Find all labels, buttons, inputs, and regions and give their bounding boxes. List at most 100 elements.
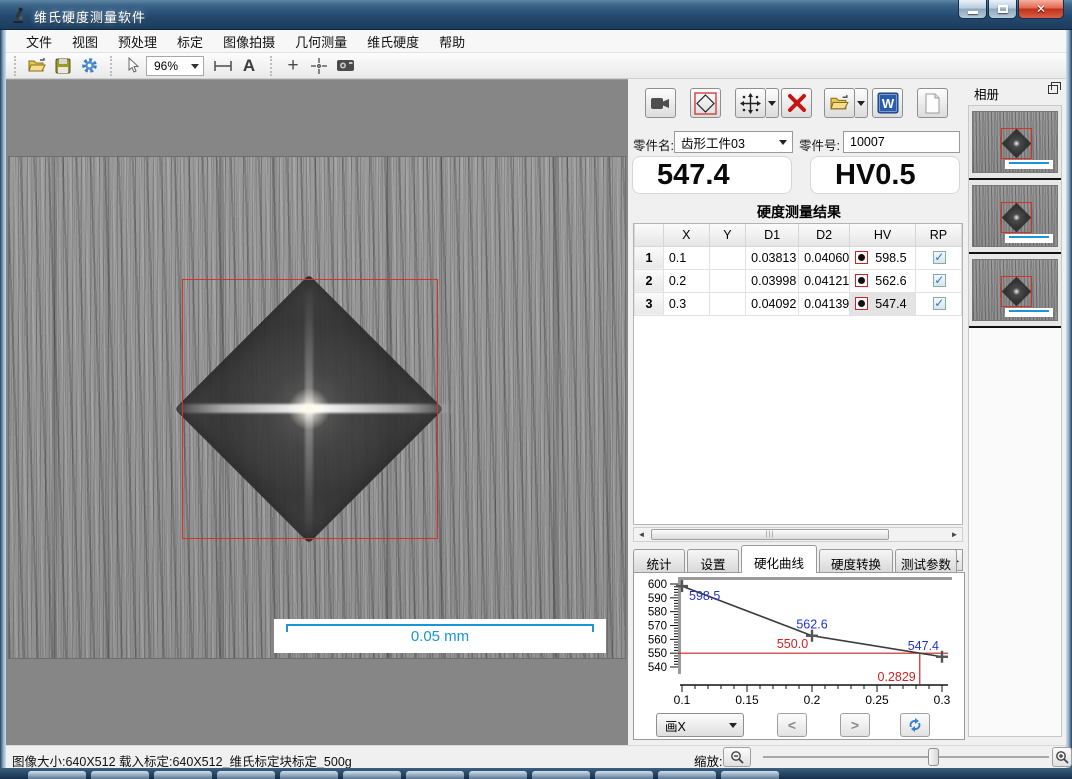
export-word-button[interactable]: W: [872, 88, 903, 118]
col-header-D1[interactable]: D1: [746, 224, 799, 246]
menu-item-6[interactable]: 维氏硬度: [357, 29, 429, 54]
part-name-label: 零件名:: [633, 135, 674, 154]
menu-item-7[interactable]: 帮助: [429, 29, 475, 54]
refresh-chart-button[interactable]: [900, 713, 930, 737]
reference-hline-label: 550.0: [777, 637, 808, 651]
taskbar-button[interactable]: [343, 771, 401, 779]
microscope-image[interactable]: 0.05 mm: [8, 156, 626, 659]
measure-length-button[interactable]: [210, 55, 236, 77]
bottom-tabs: ◄ ► 统计设置硬化曲线硬度转换测试参数: [633, 545, 965, 573]
scroll-left-icon[interactable]: ◄: [634, 528, 649, 541]
cell-d2: 0.04139: [799, 292, 850, 315]
taskbar-button[interactable]: [595, 771, 653, 779]
new-report-button[interactable]: [917, 88, 948, 118]
close-button[interactable]: ✕: [1018, 0, 1064, 19]
detect-indentation-button[interactable]: [690, 88, 721, 118]
center-target-button[interactable]: [306, 55, 332, 77]
zoom-slider-thumb[interactable]: [928, 748, 939, 766]
cell-rp: ✓: [915, 292, 961, 315]
results-table[interactable]: XYD1D2HVRP 1 0.1 0.03813 0.04060 598.5 ✓…: [634, 224, 962, 316]
taskbar-button[interactable]: [469, 771, 527, 779]
tab-4[interactable]: 测试参数: [895, 549, 957, 572]
col-header-D2[interactable]: D2: [799, 224, 850, 246]
zoom-level-select[interactable]: 96%: [146, 56, 204, 76]
table-row[interactable]: 3 0.3 0.04092 0.04139 547.4 ✓: [635, 292, 962, 315]
select-cursor-button[interactable]: [120, 55, 146, 77]
zoom-slider-track[interactable]: [763, 756, 1049, 758]
menu-item-1[interactable]: 视图: [62, 29, 108, 54]
crosshair-button[interactable]: +: [280, 55, 306, 77]
measure-move-button[interactable]: [735, 88, 766, 118]
menu-item-5[interactable]: 几何测量: [285, 29, 357, 54]
cell-rp: ✓: [915, 269, 961, 292]
menu-item-2[interactable]: 预处理: [108, 29, 167, 54]
windows-taskbar[interactable]: [0, 768, 1072, 779]
load-results-dropdown[interactable]: [855, 88, 868, 118]
taskbar-button[interactable]: [721, 771, 779, 779]
gear-icon: [81, 57, 98, 74]
part-no-input[interactable]: 10007: [843, 131, 960, 153]
capture-image-button[interactable]: [332, 55, 358, 77]
thumb-selection-box: [1001, 128, 1032, 159]
measurement-selection-box[interactable]: [182, 279, 438, 539]
thumbnail-image: [972, 185, 1058, 247]
table-row[interactable]: 2 0.2 0.03998 0.04121 562.6 ✓: [635, 269, 962, 292]
col-header-Y[interactable]: Y: [709, 224, 746, 246]
tab-3[interactable]: 硬度转换: [819, 549, 893, 572]
settings-button[interactable]: [76, 55, 102, 77]
col-header-HV[interactable]: HV: [850, 224, 916, 246]
album-thumbnail-1[interactable]: [969, 180, 1061, 254]
y-tick-label: 580: [648, 607, 667, 619]
image-viewport[interactable]: 0.05 mm: [6, 79, 628, 745]
open-file-button[interactable]: [24, 55, 50, 77]
title-bar[interactable]: 维氏硬度测量软件 ✕: [0, 0, 1072, 30]
text-annotation-button[interactable]: A: [236, 55, 262, 77]
taskbar-button[interactable]: [154, 771, 212, 779]
scroll-right-icon[interactable]: ►: [947, 528, 962, 541]
tab-2[interactable]: 硬化曲线: [741, 545, 817, 573]
album-thumbnail-2[interactable]: [969, 254, 1061, 328]
next-point-button[interactable]: >: [840, 713, 870, 737]
tab-1[interactable]: 设置: [687, 549, 739, 572]
taskbar-button[interactable]: [28, 771, 86, 779]
point-label: 562.6: [796, 618, 827, 632]
table-row[interactable]: 1 0.1 0.03813 0.04060 598.5 ✓: [635, 246, 962, 269]
table-horizontal-scrollbar[interactable]: ◄ ||| ►: [633, 527, 963, 542]
prev-point-button[interactable]: <: [777, 713, 807, 737]
menu-item-0[interactable]: 文件: [16, 29, 62, 54]
taskbar-button[interactable]: [406, 771, 464, 779]
y-tick-label: 560: [648, 634, 667, 646]
save-button[interactable]: [50, 55, 76, 77]
load-results-button[interactable]: [824, 88, 855, 118]
maximize-button[interactable]: [988, 0, 1017, 19]
tab-0[interactable]: 统计: [633, 549, 685, 572]
rp-checkbox[interactable]: ✓: [933, 274, 946, 287]
live-video-button[interactable]: [645, 88, 676, 118]
col-header-rownum[interactable]: [635, 224, 664, 246]
col-header-RP[interactable]: RP: [915, 224, 961, 246]
album-thumbnail-0[interactable]: [969, 106, 1061, 180]
axis-series-select[interactable]: 画X: [656, 713, 744, 737]
taskbar-button[interactable]: [658, 771, 716, 779]
rp-checkbox[interactable]: ✓: [933, 251, 946, 264]
scrollbar-thumb[interactable]: |||: [651, 529, 889, 540]
zoom-in-button[interactable]: [1052, 747, 1072, 767]
col-header-X[interactable]: X: [663, 224, 709, 246]
menu-item-3[interactable]: 标定: [167, 29, 213, 54]
taskbar-button[interactable]: [91, 771, 149, 779]
cell-x: 0.1: [663, 246, 709, 269]
plus-crosshair-icon: +: [287, 55, 298, 77]
measure-move-dropdown[interactable]: [766, 88, 779, 118]
delete-result-button[interactable]: [781, 88, 812, 118]
part-name-select[interactable]: 齿形工件03: [674, 131, 793, 153]
chevron-down-icon: [779, 140, 787, 145]
minimize-button[interactable]: [958, 0, 987, 19]
zoom-out-button[interactable]: [723, 747, 751, 767]
hardening-curve-chart: 5405505605705805906000.10.150.20.250.355…: [634, 573, 964, 711]
taskbar-button[interactable]: [532, 771, 590, 779]
menu-item-4[interactable]: 图像拍摄: [213, 29, 285, 54]
rp-checkbox[interactable]: ✓: [933, 297, 946, 310]
taskbar-button[interactable]: [217, 771, 275, 779]
float-panel-icon[interactable]: [1048, 85, 1058, 94]
taskbar-button[interactable]: [280, 771, 338, 779]
